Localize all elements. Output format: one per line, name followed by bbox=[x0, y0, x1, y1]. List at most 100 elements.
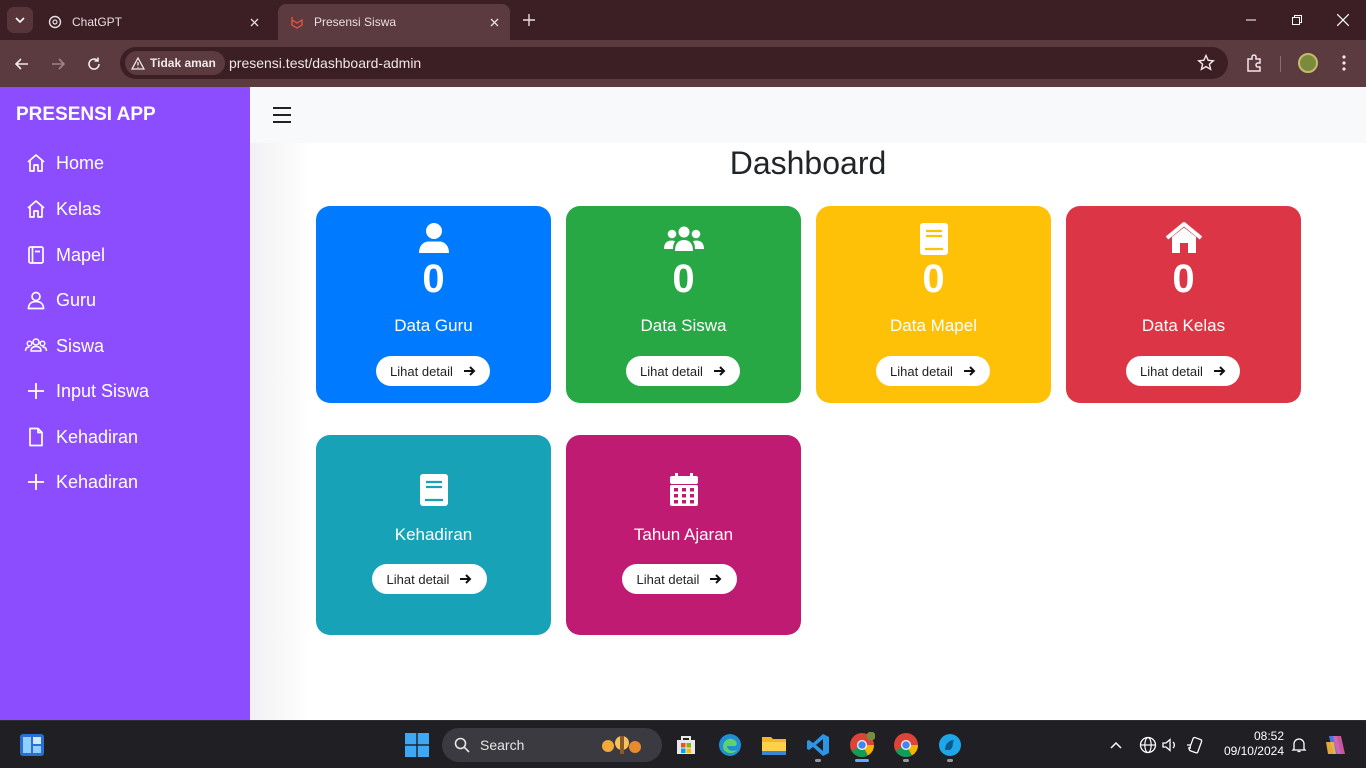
card-label: Data Siswa bbox=[640, 316, 727, 335]
copilot-icon[interactable] bbox=[1322, 735, 1348, 755]
forward-button[interactable] bbox=[46, 52, 70, 76]
more-vertical-icon bbox=[1342, 55, 1346, 71]
restore-icon bbox=[1292, 15, 1302, 25]
brand-title[interactable]: PRESENSI APP bbox=[16, 104, 156, 126]
sidebar: PRESENSI APP Home Kelas Mapel Guru Siswa… bbox=[0, 87, 250, 720]
sidebar-item-home[interactable]: Home bbox=[24, 151, 104, 175]
sidebar-item-label: Home bbox=[56, 152, 105, 173]
clock-time: 08:52 bbox=[1253, 729, 1284, 743]
arrow-right-icon bbox=[1213, 366, 1226, 376]
button-label: Lihat detail bbox=[636, 571, 700, 587]
widgets-icon[interactable] bbox=[17, 730, 47, 760]
sidebar-item-kehadiran[interactable]: Kehadiran bbox=[24, 425, 138, 449]
user-icon bbox=[24, 288, 48, 312]
lihat-detail-button[interactable]: Lihat detail bbox=[876, 356, 990, 386]
sidebar-item-label: Guru bbox=[56, 289, 97, 310]
button-label: Lihat detail bbox=[1140, 363, 1203, 379]
active-indicator bbox=[855, 759, 869, 762]
button-label: Lihat detail bbox=[386, 571, 450, 587]
browser-menu-button[interactable] bbox=[1334, 53, 1354, 73]
arrow-left-icon bbox=[14, 58, 28, 70]
system-clock[interactable]: 08:52 09/10/2024 bbox=[1216, 729, 1284, 759]
show-hidden-icons-icon[interactable] bbox=[1106, 735, 1126, 755]
arrow-right-icon bbox=[460, 574, 472, 584]
book-icon bbox=[24, 243, 48, 267]
windows-taskbar: Search 08:52 09/10/2024 bbox=[0, 720, 1366, 768]
card-data-kelas: 0 Data Kelas Lihat detail bbox=[1066, 206, 1301, 403]
app-drop-icon[interactable] bbox=[935, 730, 965, 760]
lihat-detail-button[interactable]: Lihat detail bbox=[372, 564, 487, 594]
home-icon bbox=[24, 197, 48, 221]
menu-toggle-icon[interactable] bbox=[273, 107, 291, 123]
close-tab-icon[interactable] bbox=[244, 12, 264, 32]
notification-bell-icon[interactable] bbox=[1289, 735, 1309, 755]
tab-presensi-siswa[interactable]: Presensi Siswa bbox=[278, 4, 510, 40]
chrome-icon[interactable] bbox=[891, 730, 921, 760]
running-indicator bbox=[815, 759, 821, 762]
card-label: Data Guru bbox=[394, 316, 473, 335]
vscode-icon[interactable] bbox=[803, 730, 833, 760]
card-count: 0 bbox=[422, 257, 445, 301]
lihat-detail-button[interactable]: Lihat detail bbox=[622, 564, 737, 594]
sidebar-item-mapel[interactable]: Mapel bbox=[24, 243, 105, 267]
sidebar-item-guru[interactable]: Guru bbox=[24, 288, 96, 312]
security-label: Tidak aman bbox=[150, 56, 216, 70]
lihat-detail-button[interactable]: Lihat detail bbox=[626, 356, 740, 386]
book-icon bbox=[316, 473, 551, 507]
extensions-puzzle-icon[interactable] bbox=[1244, 52, 1266, 74]
reload-button[interactable] bbox=[82, 52, 106, 76]
back-button[interactable] bbox=[10, 52, 34, 76]
taskbar-search[interactable]: Search bbox=[442, 728, 662, 762]
plus-icon bbox=[523, 14, 535, 26]
windows-start-icon[interactable] bbox=[402, 730, 432, 760]
edge-icon[interactable] bbox=[715, 730, 745, 760]
laravel-icon bbox=[290, 15, 304, 29]
chatgpt-icon bbox=[48, 15, 62, 29]
chrome-profile-icon[interactable] bbox=[847, 730, 877, 760]
new-tab-button[interactable] bbox=[518, 9, 540, 31]
user-icon bbox=[316, 222, 551, 254]
browser-toolbar: Tidak aman presensi.test/dashboard-admin bbox=[0, 40, 1366, 87]
restore-button[interactable] bbox=[1274, 0, 1320, 40]
address-bar[interactable]: Tidak aman presensi.test/dashboard-admin bbox=[120, 47, 1228, 79]
sidebar-item-input-siswa[interactable]: Input Siswa bbox=[24, 379, 149, 403]
card-data-siswa: 0 Data Siswa Lihat detail bbox=[566, 206, 801, 403]
home-icon bbox=[1066, 222, 1301, 254]
file-icon bbox=[24, 425, 48, 449]
clock-date: 09/10/2024 bbox=[1223, 744, 1284, 758]
lihat-detail-button[interactable]: Lihat detail bbox=[376, 356, 490, 386]
button-label: Lihat detail bbox=[390, 363, 453, 379]
tab-search-button[interactable] bbox=[7, 7, 33, 33]
close-tab-icon[interactable] bbox=[484, 12, 504, 32]
arrow-right-icon bbox=[52, 58, 66, 70]
profile-avatar[interactable] bbox=[1298, 53, 1318, 73]
bookmark-star-icon[interactable] bbox=[1196, 53, 1216, 73]
content-shadow bbox=[250, 143, 310, 720]
tab-chatgpt[interactable]: ChatGPT bbox=[36, 4, 270, 40]
card-label: Data Mapel bbox=[890, 316, 977, 335]
page-title: Dashboard bbox=[729, 145, 887, 181]
book-icon bbox=[816, 222, 1051, 256]
sidebar-item-label: Kelas bbox=[56, 198, 102, 219]
card-kehadiran: Kehadiran Lihat detail bbox=[316, 435, 551, 635]
battery-power-icon[interactable] bbox=[1185, 735, 1205, 755]
sidebar-item-tambah-kehadiran[interactable]: Kehadiran bbox=[24, 470, 138, 494]
web-page: PRESENSI APP Home Kelas Mapel Guru Siswa… bbox=[0, 87, 1366, 720]
plus-icon bbox=[24, 379, 48, 403]
users-icon bbox=[24, 334, 48, 358]
url-text[interactable]: presensi.test/dashboard-admin bbox=[229, 55, 421, 71]
sidebar-item-siswa[interactable]: Siswa bbox=[24, 334, 104, 358]
microsoft-store-icon[interactable] bbox=[671, 730, 701, 760]
chevron-down-icon bbox=[15, 17, 25, 24]
language-globe-icon[interactable] bbox=[1138, 735, 1158, 755]
file-explorer-icon[interactable] bbox=[759, 730, 789, 760]
site-security-chip[interactable]: Tidak aman bbox=[125, 51, 225, 75]
minimize-button[interactable] bbox=[1228, 0, 1274, 40]
arrow-right-icon bbox=[463, 366, 476, 376]
close-window-button[interactable] bbox=[1320, 0, 1366, 40]
sidebar-item-kelas[interactable]: Kelas bbox=[24, 197, 101, 221]
tab-title: Presensi Siswa bbox=[314, 15, 397, 29]
button-label: Lihat detail bbox=[890, 363, 953, 379]
volume-icon[interactable] bbox=[1160, 735, 1180, 755]
lihat-detail-button[interactable]: Lihat detail bbox=[1126, 356, 1240, 386]
